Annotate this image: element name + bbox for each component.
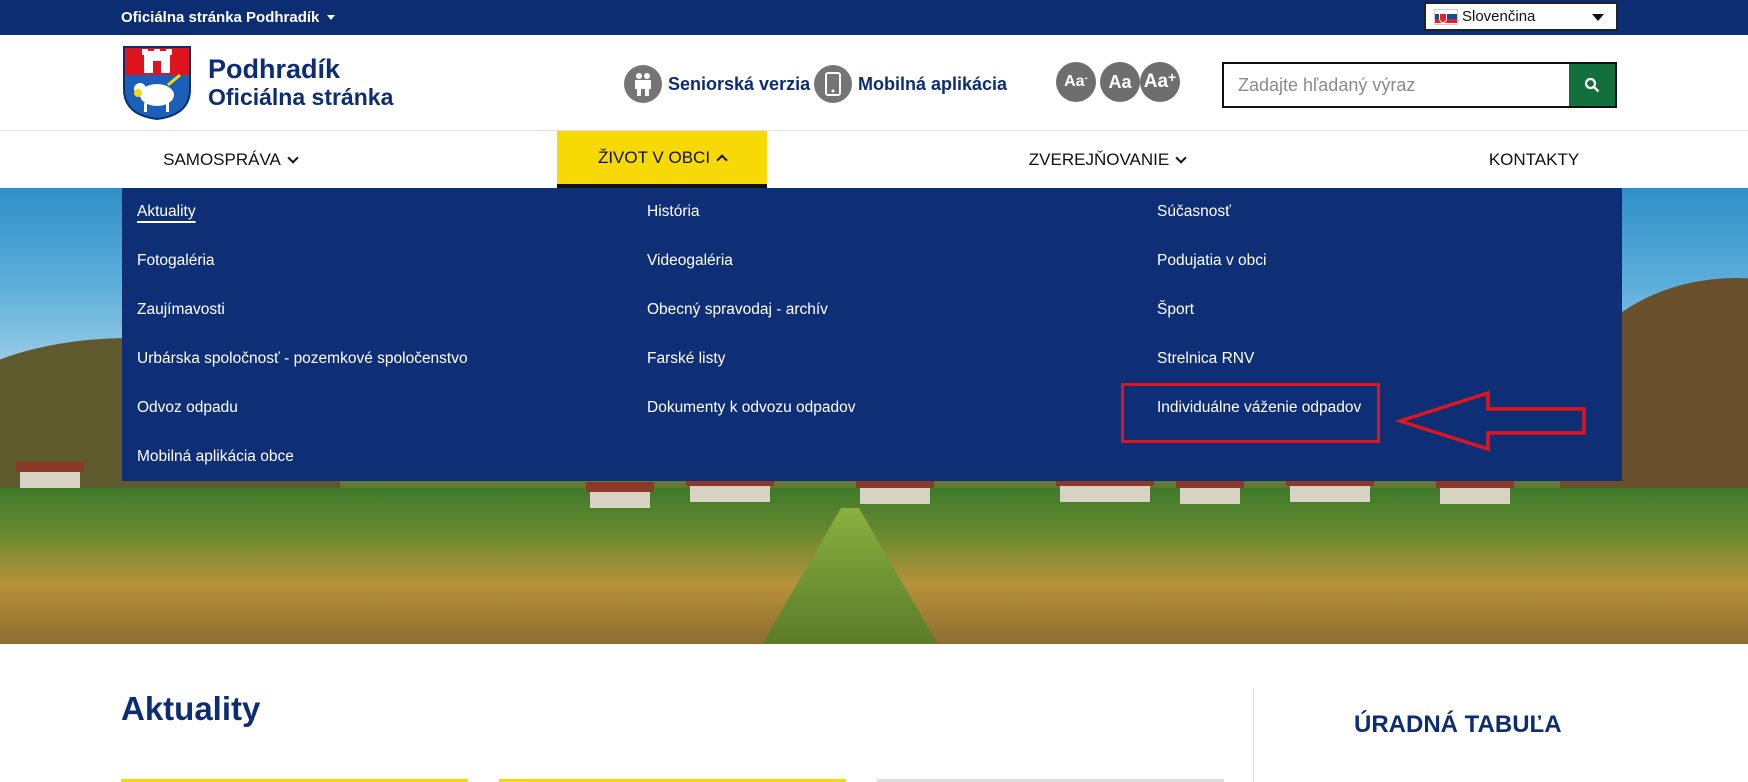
site-name: Podhradík bbox=[208, 54, 341, 84]
annotation-arrow-icon bbox=[1396, 390, 1586, 452]
top-bar: Oficiálna stránka Podhradík Slovenčina bbox=[0, 0, 1748, 35]
font-large-label: Aa bbox=[1143, 71, 1169, 92]
annotation-highlight-box bbox=[1121, 383, 1380, 443]
nav-zivot-v-obci[interactable]: ŽIVOT V OBCI bbox=[557, 131, 767, 188]
site-subtitle: Oficiálna stránka bbox=[208, 84, 394, 110]
font-small-label: Aa bbox=[1064, 73, 1085, 90]
font-normal-label: Aa bbox=[1108, 71, 1132, 92]
submenu-podujatia[interactable]: Podujatia v obci bbox=[1157, 252, 1266, 270]
nav-label: KONTAKTY bbox=[1488, 149, 1580, 169]
nav-label: ZVEREJŇOVANIE bbox=[1028, 149, 1170, 169]
submenu-odvoz-odpadu[interactable]: Odvoz odpadu bbox=[137, 399, 238, 417]
nav-label: ŽIVOT V OBCI bbox=[597, 147, 711, 167]
mobile-app-label: Mobilná aplikácia bbox=[858, 73, 1008, 94]
nav-samosprava[interactable]: SAMOSPRÁVA bbox=[155, 131, 305, 188]
site-switch-dropdown[interactable]: Oficiálna stránka Podhradík bbox=[121, 9, 336, 26]
submenu-obecny-spravodaj[interactable]: Obecný spravodaj - archív bbox=[647, 301, 828, 319]
font-size-small-button[interactable]: Aa - bbox=[1056, 62, 1096, 102]
nav-zverejnovanie[interactable]: ZVEREJŇOVANIE bbox=[1022, 131, 1192, 188]
caret-down-icon bbox=[327, 15, 336, 20]
phone-icon bbox=[814, 65, 852, 103]
chevron-down-icon bbox=[1175, 151, 1187, 164]
search-button[interactable] bbox=[1569, 64, 1615, 106]
chevron-down-icon bbox=[287, 151, 299, 164]
submenu-dokumenty-odvoz[interactable]: Dokumenty k odvozu odpadov bbox=[647, 399, 856, 417]
home-logo-link[interactable]: Podhradík Oficiálna stránka bbox=[122, 45, 393, 121]
submenu-sucasnost[interactable]: Súčasnosť bbox=[1157, 203, 1231, 221]
font-size-normal-button[interactable]: Aa bbox=[1100, 62, 1140, 102]
page-title: Aktuality bbox=[121, 690, 261, 727]
search-icon bbox=[1584, 77, 1600, 93]
search-form bbox=[1222, 62, 1617, 108]
column-divider bbox=[1253, 688, 1254, 782]
coat-of-arms-icon bbox=[123, 46, 191, 121]
site-header: Podhradík Oficiálna stránka Seniorská ve… bbox=[0, 35, 1748, 131]
chevron-up-icon bbox=[716, 153, 728, 166]
nav-label: SAMOSPRÁVA bbox=[163, 149, 281, 169]
submenu-videogaleria[interactable]: Videogaléria bbox=[647, 252, 733, 270]
submenu-historia[interactable]: História bbox=[647, 203, 700, 221]
caret-down-icon bbox=[1592, 14, 1604, 21]
senior-version-label: Seniorská verzia bbox=[668, 73, 811, 94]
submenu-urbarska-spolocnost[interactable]: Urbárska spoločnosť - pozemkové spoločen… bbox=[137, 350, 468, 368]
search-input[interactable] bbox=[1224, 64, 1569, 106]
main-navigation: SAMOSPRÁVA ŽIVOT V OBCI ZVEREJŇOVANIE KO… bbox=[0, 131, 1748, 188]
nav-kontakty[interactable]: KONTAKTY bbox=[1480, 131, 1588, 188]
submenu-mobilna-aplikacia[interactable]: Mobilná aplikácia obce bbox=[137, 448, 294, 466]
submenu-aktuality[interactable]: Aktuality bbox=[137, 203, 196, 221]
submenu-zaujimavosti[interactable]: Zaujímavosti bbox=[137, 301, 225, 319]
senior-version-link[interactable]: Seniorská verzia bbox=[624, 65, 810, 103]
site-switch-label: Oficiálna stránka Podhradík bbox=[121, 9, 320, 26]
senior-couple-icon bbox=[624, 65, 662, 103]
language-value: Slovenčina bbox=[1462, 8, 1536, 25]
submenu-sport[interactable]: Šport bbox=[1157, 301, 1194, 319]
language-select[interactable]: Slovenčina bbox=[1424, 2, 1618, 31]
official-board-title[interactable]: ÚRADNÁ TABUĽA bbox=[1354, 711, 1562, 739]
mobile-app-link[interactable]: Mobilná aplikácia bbox=[814, 65, 1007, 103]
slovak-flag-icon bbox=[1434, 8, 1458, 25]
submenu-fotogaleria[interactable]: Fotogaléria bbox=[137, 252, 215, 270]
font-size-large-button[interactable]: Aa + bbox=[1140, 62, 1180, 102]
submenu-farske-listy[interactable]: Farské listy bbox=[647, 350, 725, 368]
submenu-strelnica[interactable]: Strelnica RNV bbox=[1157, 350, 1254, 368]
